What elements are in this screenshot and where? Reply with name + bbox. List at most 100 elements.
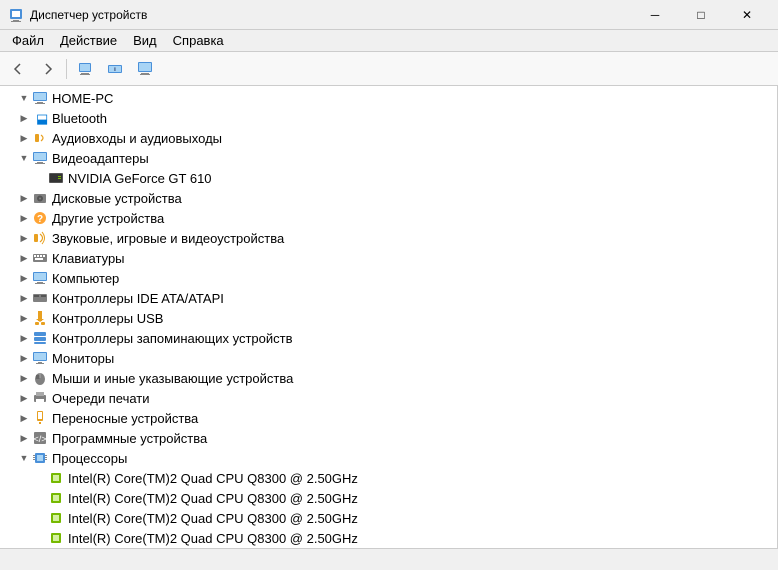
label-bluetooth: Bluetooth xyxy=(52,111,107,126)
menu-view[interactable]: Вид xyxy=(125,31,165,50)
keyboard-icon xyxy=(32,250,48,266)
other-icon: ? xyxy=(32,210,48,226)
app-icon xyxy=(8,7,24,23)
label-cpu4: Intel(R) Core(TM)2 Quad CPU Q8300 @ 2.50… xyxy=(68,531,358,546)
expand-computer[interactable]: ▶ xyxy=(16,270,32,286)
expand-monitor[interactable]: ▶ xyxy=(16,350,32,366)
expand-ide[interactable]: ▶ xyxy=(16,290,32,306)
tree-item-cpu[interactable]: ▼ Процессоры xyxy=(0,448,777,468)
label-ide: Контроллеры IDE ATA/ATAPI xyxy=(52,291,224,306)
usb-icon xyxy=(32,310,48,326)
forward-button[interactable] xyxy=(34,56,62,82)
device-tree[interactable]: ▼ HOME-PC ▶⬓Bluetooth▶Аудиовходы и аудио… xyxy=(0,86,778,548)
expand-video[interactable]: ▼ xyxy=(16,150,32,166)
computer2-icon xyxy=(32,270,48,286)
tree-item-usb[interactable]: ▶Контроллеры USB xyxy=(0,308,777,328)
expand-usb[interactable]: ▶ xyxy=(16,310,32,326)
status-bar xyxy=(0,548,778,570)
sound-icon xyxy=(32,230,48,246)
mouse-icon xyxy=(32,370,48,386)
label-audio: Аудиовходы и аудиовыходы xyxy=(52,131,222,146)
storage-icon xyxy=(32,330,48,346)
audio-icon xyxy=(32,130,48,146)
window-controls: ─ □ ✕ xyxy=(632,0,770,30)
printer-icon xyxy=(32,390,48,406)
cpuitem-icon xyxy=(48,470,64,486)
expand-program[interactable]: ▶ xyxy=(16,430,32,446)
tree-item-program[interactable]: ▶</>Программные устройства xyxy=(0,428,777,448)
tree-item-sound[interactable]: ▶ Звуковые, игровые и видеоустройства xyxy=(0,228,777,248)
expand-cpu[interactable]: ▼ xyxy=(16,450,32,466)
tree-item-mouse[interactable]: ▶ Мыши и иные указывающие устройства xyxy=(0,368,777,388)
title-bar: Диспетчер устройств ─ □ ✕ xyxy=(0,0,778,30)
root-expand[interactable]: ▼ xyxy=(16,90,32,106)
expand-printer[interactable]: ▶ xyxy=(16,390,32,406)
disk-icon xyxy=(32,190,48,206)
minimize-button[interactable]: ─ xyxy=(632,0,678,30)
tree-item-ide[interactable]: ▶ Контроллеры IDE ATA/ATAPI xyxy=(0,288,777,308)
label-printer: Очереди печати xyxy=(52,391,150,406)
tree-item-monitor[interactable]: ▶ Мониторы xyxy=(0,348,777,368)
back-button[interactable] xyxy=(4,56,32,82)
display-icon xyxy=(32,150,48,166)
cpuitem-icon xyxy=(48,530,64,546)
nvidia-icon xyxy=(48,170,64,186)
expand-keyboard[interactable]: ▶ xyxy=(16,250,32,266)
tree-root[interactable]: ▼ HOME-PC xyxy=(0,88,777,108)
tree-item-other[interactable]: ▶? Другие устройства xyxy=(0,208,777,228)
label-portable: Переносные устройства xyxy=(52,411,198,426)
bluetooth-icon: ⬓ xyxy=(32,110,48,126)
expand-bluetooth[interactable]: ▶ xyxy=(16,110,32,126)
ide-icon xyxy=(32,290,48,306)
label-other: Другие устройства xyxy=(52,211,164,226)
menu-bar: Файл Действие Вид Справка xyxy=(0,30,778,52)
label-video: Видеоадаптеры xyxy=(52,151,149,166)
update-driver-button[interactable]: i xyxy=(101,56,129,82)
monitor-icon xyxy=(32,350,48,366)
expand-portable[interactable]: ▶ xyxy=(16,410,32,426)
expand-disk[interactable]: ▶ xyxy=(16,190,32,206)
tree-item-portable[interactable]: ▶ Переносные устройства xyxy=(0,408,777,428)
menu-help[interactable]: Справка xyxy=(165,31,232,50)
cpuitem-icon xyxy=(48,490,64,506)
expand-audio[interactable]: ▶ xyxy=(16,130,32,146)
label-sound: Звуковые, игровые и видеоустройства xyxy=(52,231,284,246)
properties-button[interactable] xyxy=(71,56,99,82)
tree-item-cpu2[interactable]: ▶Intel(R) Core(TM)2 Quad CPU Q8300 @ 2.5… xyxy=(0,488,777,508)
menu-file[interactable]: Файл xyxy=(4,31,52,50)
svg-text:?: ? xyxy=(37,214,43,225)
label-cpu: Процессоры xyxy=(52,451,127,466)
tree-item-printer[interactable]: ▶ Очереди печати xyxy=(0,388,777,408)
maximize-button[interactable]: □ xyxy=(678,0,724,30)
label-nvidia: NVIDIA GeForce GT 610 xyxy=(68,171,212,186)
portable-icon xyxy=(32,410,48,426)
scan-changes-button[interactable] xyxy=(131,56,159,82)
tree-item-disk[interactable]: ▶ Дисковые устройства xyxy=(0,188,777,208)
program-icon: </> xyxy=(32,430,48,446)
tree-item-bluetooth[interactable]: ▶⬓ Bluetooth xyxy=(0,108,777,128)
label-computer: Компьютер xyxy=(52,271,119,286)
tree-item-storage[interactable]: ▶Контроллеры запоминающих устройств xyxy=(0,328,777,348)
close-button[interactable]: ✕ xyxy=(724,0,770,30)
tree-item-video[interactable]: ▼ Видеоадаптеры xyxy=(0,148,777,168)
expand-mouse[interactable]: ▶ xyxy=(16,370,32,386)
tree-item-audio[interactable]: ▶ Аудиовходы и аудиовыходы xyxy=(0,128,777,148)
tree-item-cpu3[interactable]: ▶Intel(R) Core(TM)2 Quad CPU Q8300 @ 2.5… xyxy=(0,508,777,528)
expand-storage[interactable]: ▶ xyxy=(16,330,32,346)
tree-item-nvidia[interactable]: ▶NVIDIA GeForce GT 610 xyxy=(0,168,777,188)
menu-action[interactable]: Действие xyxy=(52,31,125,50)
tree-item-cpu1[interactable]: ▶Intel(R) Core(TM)2 Quad CPU Q8300 @ 2.5… xyxy=(0,468,777,488)
tree-item-computer[interactable]: ▶ Компьютер xyxy=(0,268,777,288)
label-monitor: Мониторы xyxy=(52,351,114,366)
toolbar: i xyxy=(0,52,778,86)
tree-item-keyboard[interactable]: ▶Клавиатуры xyxy=(0,248,777,268)
expand-other[interactable]: ▶ xyxy=(16,210,32,226)
main-area: ▼ HOME-PC ▶⬓Bluetooth▶Аудиовходы и аудио… xyxy=(0,86,778,548)
tree-item-cpu4[interactable]: ▶Intel(R) Core(TM)2 Quad CPU Q8300 @ 2.5… xyxy=(0,528,777,548)
label-mouse: Мыши и иные указывающие устройства xyxy=(52,371,293,386)
computer-icon xyxy=(32,90,48,106)
expand-sound[interactable]: ▶ xyxy=(16,230,32,246)
toolbar-separator-1 xyxy=(66,59,67,79)
label-cpu1: Intel(R) Core(TM)2 Quad CPU Q8300 @ 2.50… xyxy=(68,471,358,486)
label-disk: Дисковые устройства xyxy=(52,191,182,206)
